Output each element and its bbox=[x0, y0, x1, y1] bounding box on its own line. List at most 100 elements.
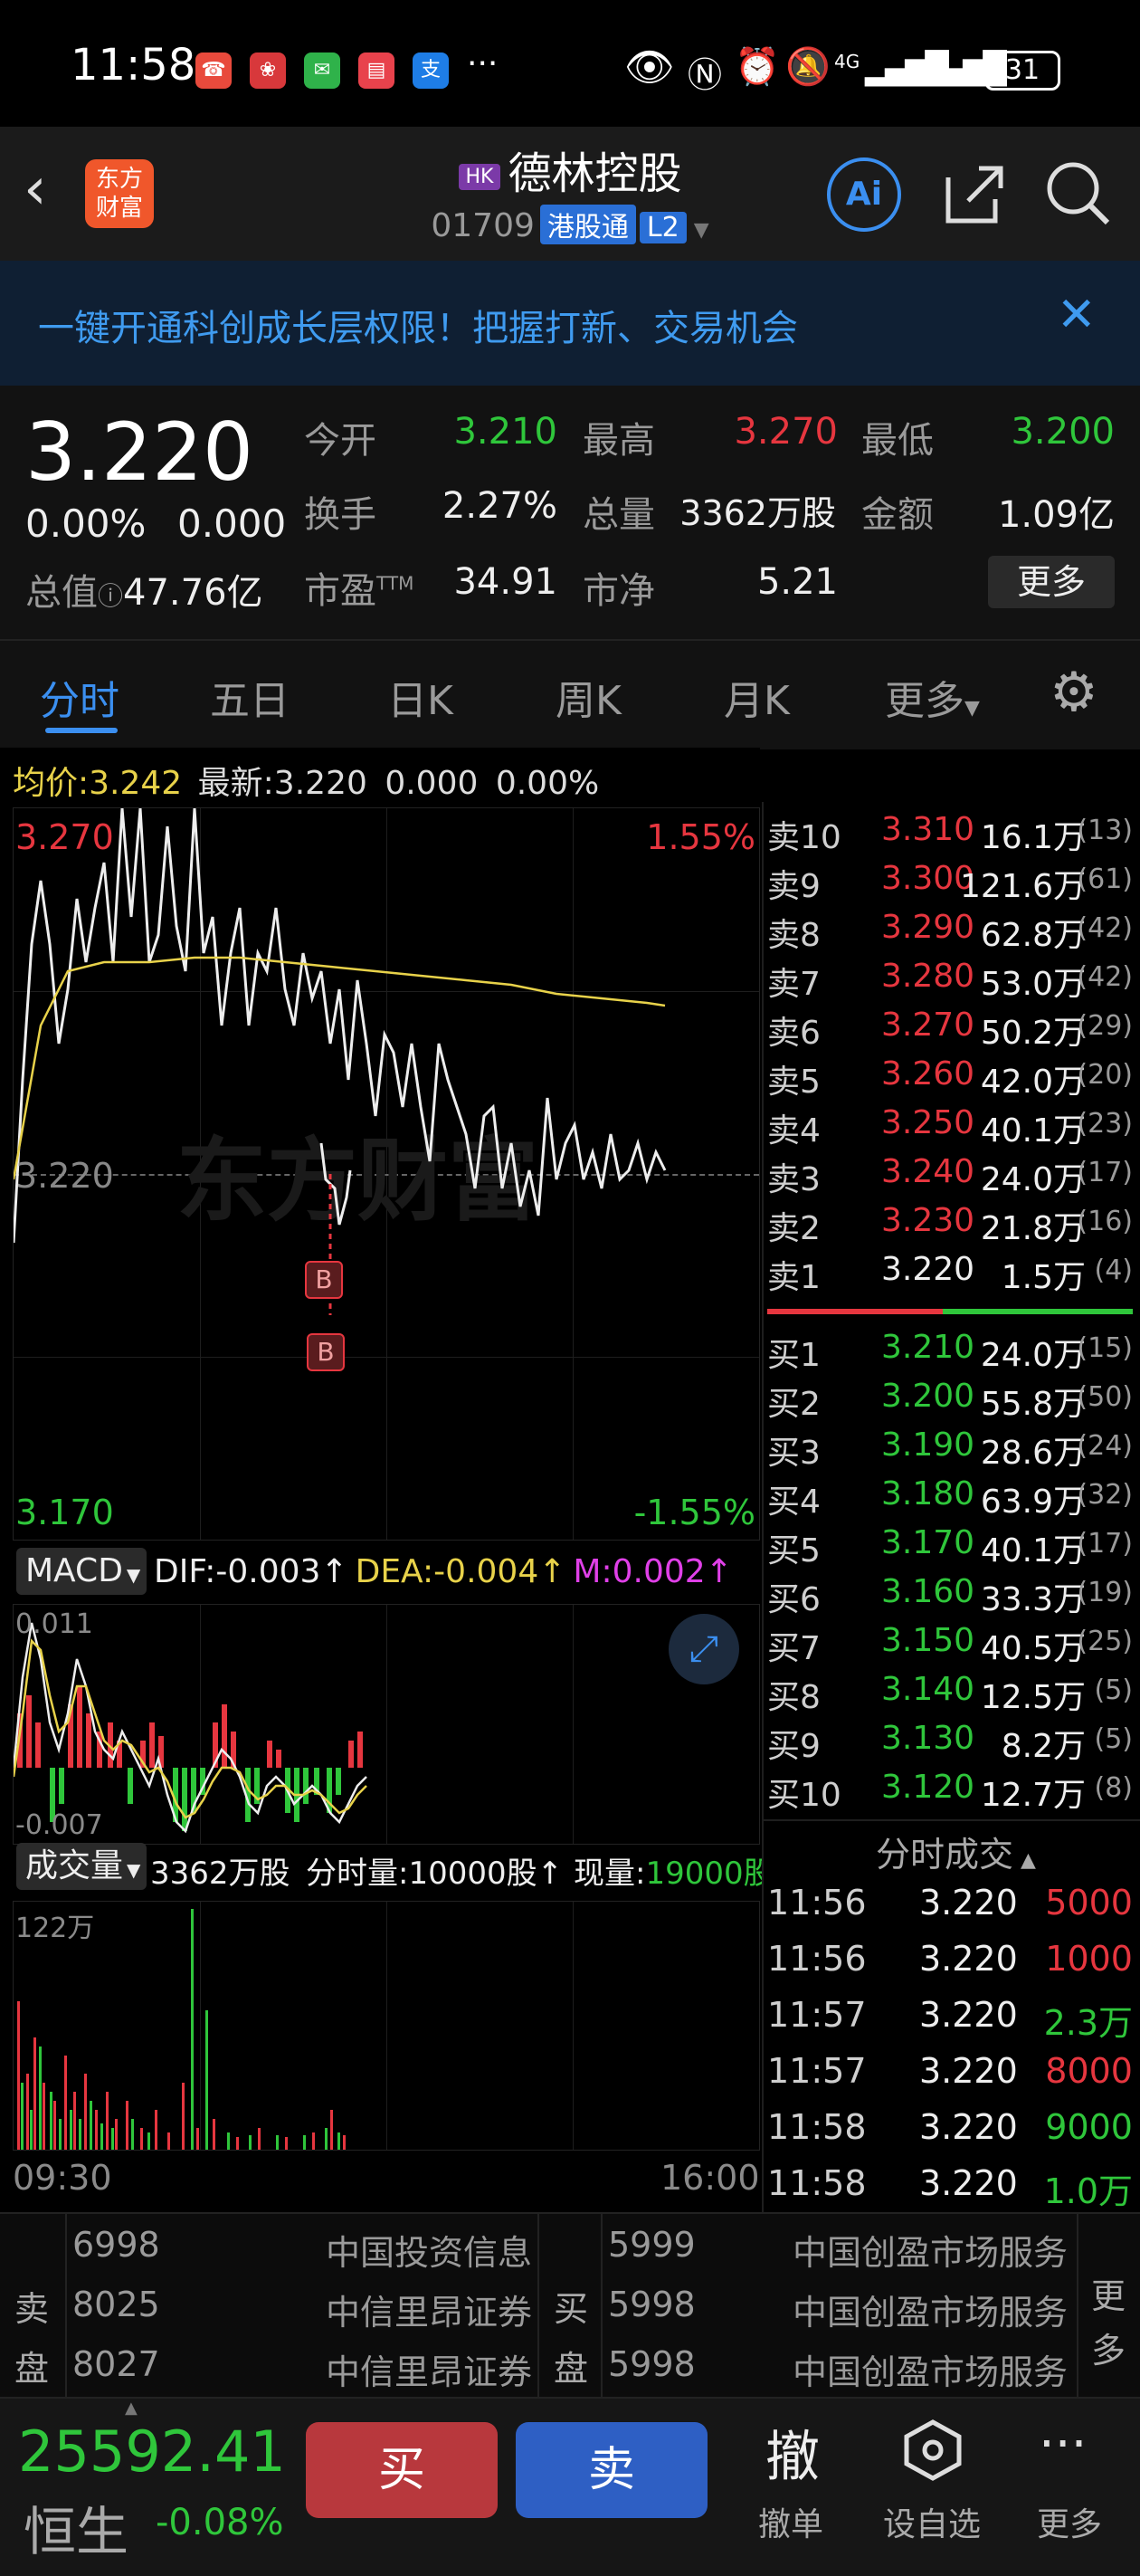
tab-intraday[interactable]: 分时 bbox=[40, 668, 119, 726]
ai-button[interactable]: Ai bbox=[827, 157, 901, 232]
info-icon[interactable]: ⓘ bbox=[98, 581, 123, 611]
bid-volume: 40.5万 bbox=[980, 1630, 1086, 1667]
macd-m: M:0.002↑ bbox=[573, 1553, 733, 1590]
ask-level: 卖4 bbox=[767, 1112, 821, 1150]
macd-chart[interactable]: 0.011 -0.007 ⤢ bbox=[13, 1604, 760, 1845]
buy-marker[interactable]: B bbox=[305, 1261, 343, 1299]
pb-value: 5.21 bbox=[756, 561, 838, 603]
ask-count: (17) bbox=[1077, 1157, 1133, 1188]
ask-price: 3.280 bbox=[881, 958, 975, 995]
ask-level: 卖1 bbox=[767, 1259, 821, 1296]
bid-row[interactable]: 买8 3.140 12.5万 (5) bbox=[767, 1671, 1140, 1720]
expand-icon[interactable]: ⤢ bbox=[669, 1614, 739, 1684]
bid-volume: 8.2万 bbox=[1001, 1728, 1086, 1765]
bid-row[interactable]: 买7 3.150 40.5万 (25) bbox=[767, 1622, 1140, 1671]
tab-monthly-k[interactable]: 月K bbox=[724, 668, 790, 726]
bid-level: 买5 bbox=[767, 1532, 821, 1569]
bid-count: (25) bbox=[1077, 1626, 1133, 1657]
more-menu-button[interactable]: 更多 bbox=[1037, 2498, 1102, 2545]
bid-level: 买3 bbox=[767, 1435, 821, 1472]
bid-count: (8) bbox=[1094, 1772, 1134, 1804]
broker-more-1[interactable]: 更 bbox=[1091, 2268, 1126, 2318]
bid-row[interactable]: 买3 3.190 28.6万 (24) bbox=[767, 1426, 1140, 1475]
bid-row[interactable]: 买9 3.130 8.2万 (5) bbox=[767, 1720, 1140, 1769]
ask-row[interactable]: 卖4 3.250 40.1万 (23) bbox=[767, 1104, 1140, 1153]
ask-level: 卖6 bbox=[767, 1015, 821, 1052]
tab-more[interactable]: 更多▼ bbox=[885, 668, 980, 726]
more-icon[interactable]: ··· bbox=[1039, 2415, 1087, 2474]
broker-code: 5998 bbox=[608, 2285, 696, 2324]
level-tag: L2 bbox=[639, 212, 687, 243]
macd-selector[interactable]: MACD ▼ bbox=[16, 1548, 147, 1595]
broker-name: 中国创盈市场服务 bbox=[792, 2233, 1068, 2273]
bid-price: 3.120 bbox=[881, 1769, 975, 1806]
market-cap-value: 47.76亿 bbox=[123, 572, 263, 614]
bid-price: 3.130 bbox=[881, 1720, 975, 1757]
bid-row[interactable]: 买4 3.180 63.9万 (32) bbox=[767, 1475, 1140, 1524]
ask-volume: 24.0万 bbox=[980, 1161, 1086, 1198]
cancel-order-button[interactable]: 撤单 bbox=[758, 2498, 823, 2545]
ask-volume: 40.1万 bbox=[980, 1112, 1086, 1150]
index-name[interactable]: 恒生 bbox=[24, 2489, 128, 2565]
ask-row[interactable]: 卖1 3.220 1.5万 (4) bbox=[767, 1251, 1140, 1300]
broker-code: 6998 bbox=[72, 2225, 160, 2265]
volume-chart[interactable]: 122万 bbox=[13, 1901, 760, 2151]
chart-tabs: 分时 五日 日K 周K 月K 更多▼ ⚙ bbox=[0, 639, 1140, 749]
battery-icon: 31 bbox=[984, 51, 1060, 91]
field-label: 市净 bbox=[583, 570, 655, 612]
add-watchlist-button[interactable]: 设自选 bbox=[883, 2498, 981, 2545]
buy-marker[interactable]: B bbox=[307, 1333, 345, 1371]
ask-count: (23) bbox=[1077, 1108, 1133, 1140]
tab-daily-k[interactable]: 日K bbox=[387, 668, 453, 726]
broker-more-2[interactable]: 多 bbox=[1091, 2323, 1126, 2372]
tab-five-day[interactable]: 五日 bbox=[210, 668, 290, 726]
tab-weekly-k[interactable]: 周K bbox=[556, 668, 622, 726]
change-pct: 0.00% bbox=[25, 501, 147, 546]
ask-row[interactable]: 卖6 3.270 50.2万 (29) bbox=[767, 1007, 1140, 1055]
ask-row[interactable]: 卖10 3.310 16.1万 (13) bbox=[767, 811, 1140, 860]
ask-row[interactable]: 卖7 3.280 53.0万 (42) bbox=[767, 958, 1140, 1007]
search-icon[interactable] bbox=[1044, 159, 1113, 228]
ask-volume: 1.5万 bbox=[1001, 1259, 1086, 1296]
ask-row[interactable]: 卖9 3.300 121.6万 (61) bbox=[767, 860, 1140, 909]
bid-row[interactable]: 买6 3.160 33.3万 (19) bbox=[767, 1573, 1140, 1622]
bid-count: (5) bbox=[1094, 1723, 1134, 1755]
close-icon[interactable]: ✕ bbox=[1057, 288, 1097, 342]
bid-row[interactable]: 买2 3.200 55.8万 (50) bbox=[767, 1378, 1140, 1426]
bid-count: (24) bbox=[1077, 1430, 1133, 1462]
broker-name: 中信里昂证券 bbox=[325, 2352, 532, 2392]
bid-row[interactable]: 买1 3.210 24.0万 (15) bbox=[767, 1329, 1140, 1378]
trades-title[interactable]: 分时成交 ▲ bbox=[876, 1827, 1036, 1876]
bid-volume: 12.7万 bbox=[980, 1777, 1086, 1814]
more-button[interactable]: 更多 bbox=[988, 556, 1115, 608]
bid-row[interactable]: 买5 3.170 40.1万 (17) bbox=[767, 1524, 1140, 1573]
buy-button[interactable]: 买 bbox=[306, 2422, 498, 2518]
price-lines-overlay bbox=[319, 1142, 352, 1315]
bid-price: 3.190 bbox=[881, 1426, 975, 1464]
sell-button[interactable]: 卖 bbox=[516, 2422, 708, 2518]
promo-banner[interactable]: 一键开通科创成长层权限！把握打新、交易机会 ✕ bbox=[0, 261, 1140, 386]
ask-row[interactable]: 卖3 3.240 24.0万 (17) bbox=[767, 1153, 1140, 1202]
share-icon[interactable] bbox=[941, 159, 1010, 228]
pct-low-label: -1.55% bbox=[633, 1493, 755, 1532]
trade-volume: 5000 bbox=[1045, 1883, 1133, 1922]
trade-time: 11:56 bbox=[767, 1939, 867, 1979]
connect-tag: 港股通 bbox=[539, 205, 636, 244]
bid-row[interactable]: 买10 3.120 12.7万 (8) bbox=[767, 1769, 1140, 1818]
volume-selector[interactable]: 成交量 ▼ bbox=[16, 1843, 147, 1890]
ask-row[interactable]: 卖2 3.230 21.8万 (16) bbox=[767, 1202, 1140, 1251]
macd-values: DIF:-0.003↑ DEA:-0.004↑ M:0.002↑ bbox=[154, 1553, 733, 1590]
gear-icon[interactable]: ⚙ bbox=[1050, 661, 1098, 724]
index-value[interactable]: 25592.41 bbox=[18, 2419, 286, 2485]
trade-time: 11:56 bbox=[767, 1883, 867, 1922]
ask-row[interactable]: 卖5 3.260 42.0万 (20) bbox=[767, 1055, 1140, 1104]
hexagon-settings-icon[interactable] bbox=[903, 2419, 963, 2482]
latest-value: 3.220 bbox=[273, 765, 367, 802]
ask-row[interactable]: 卖8 3.290 62.8万 (42) bbox=[767, 909, 1140, 958]
field-label: 金额 bbox=[861, 494, 934, 536]
broker-queue: 卖 盘 6998 8025 8027 中国投资信息 中信里昂证券 中信里昂证券 … bbox=[0, 2212, 1140, 2399]
bid-volume: 33.3万 bbox=[980, 1581, 1086, 1618]
intraday-chart[interactable]: 东方财富 B B 3.270 3.220 3.170 1.55% -1.55% bbox=[13, 807, 760, 1541]
open-value: 3.210 bbox=[453, 411, 557, 453]
cancel-icon[interactable]: 撤 bbox=[765, 2413, 820, 2492]
